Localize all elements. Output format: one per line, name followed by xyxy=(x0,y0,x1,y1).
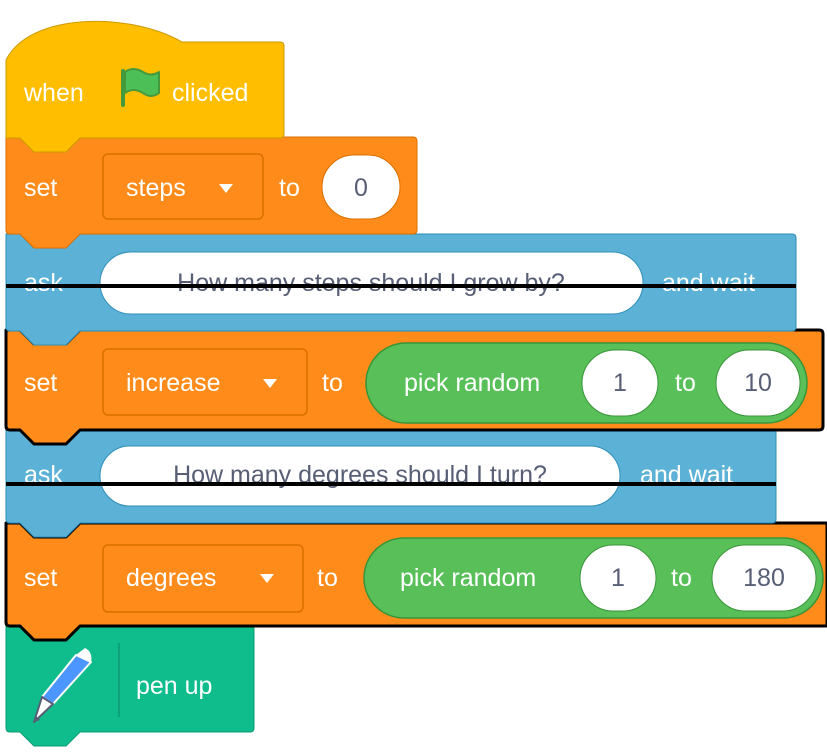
set-label: set xyxy=(24,369,57,397)
ask-degrees-block[interactable]: ask How many degrees should I turn? and … xyxy=(5,427,777,538)
set-degrees-block[interactable]: set degrees to pick random 1 to 180 xyxy=(4,521,827,642)
and-wait-label: and wait xyxy=(662,269,755,297)
question-text: How many steps should I grow by? xyxy=(177,269,565,297)
value-text: 0 xyxy=(354,174,368,202)
set-label: set xyxy=(24,174,57,202)
ask-label: ask xyxy=(24,269,63,297)
variable-name: steps xyxy=(126,174,186,202)
ask-steps-block[interactable]: ask How many steps should I grow by? and… xyxy=(5,233,797,346)
pen-up-block[interactable]: pen up xyxy=(5,624,255,747)
set-steps-block[interactable]: set steps to 0 xyxy=(5,136,418,249)
pen-up-label: pen up xyxy=(136,672,212,700)
to-label: to xyxy=(279,174,300,202)
to-label: to xyxy=(322,369,343,397)
clicked-label: clicked xyxy=(172,79,248,107)
svg-text:1: 1 xyxy=(611,564,625,592)
variable-dropdown[interactable]: increase xyxy=(102,348,308,416)
to-label: to xyxy=(671,564,692,592)
to-label: to xyxy=(675,369,696,397)
set-increase-block[interactable]: set increase to pick random 1 to 10 xyxy=(4,328,825,446)
variable-dropdown[interactable]: steps xyxy=(102,153,264,220)
when-label: when xyxy=(23,79,84,107)
svg-text:10: 10 xyxy=(744,369,772,397)
when-flag-clicked-block[interactable]: when clicked xyxy=(5,20,285,153)
svg-text:180: 180 xyxy=(743,564,785,592)
to-label: to xyxy=(317,564,338,592)
svg-text:1: 1 xyxy=(613,369,627,397)
variable-name: increase xyxy=(126,369,221,397)
pick-random-label: pick random xyxy=(400,564,536,592)
pick-random-reporter[interactable]: pick random 1 to 180 xyxy=(363,537,824,619)
pick-random-label: pick random xyxy=(404,369,540,397)
set-label: set xyxy=(24,564,57,592)
variable-dropdown[interactable]: degrees xyxy=(102,544,304,613)
variable-name: degrees xyxy=(126,564,216,592)
pick-random-reporter[interactable]: pick random 1 to 10 xyxy=(365,342,808,424)
